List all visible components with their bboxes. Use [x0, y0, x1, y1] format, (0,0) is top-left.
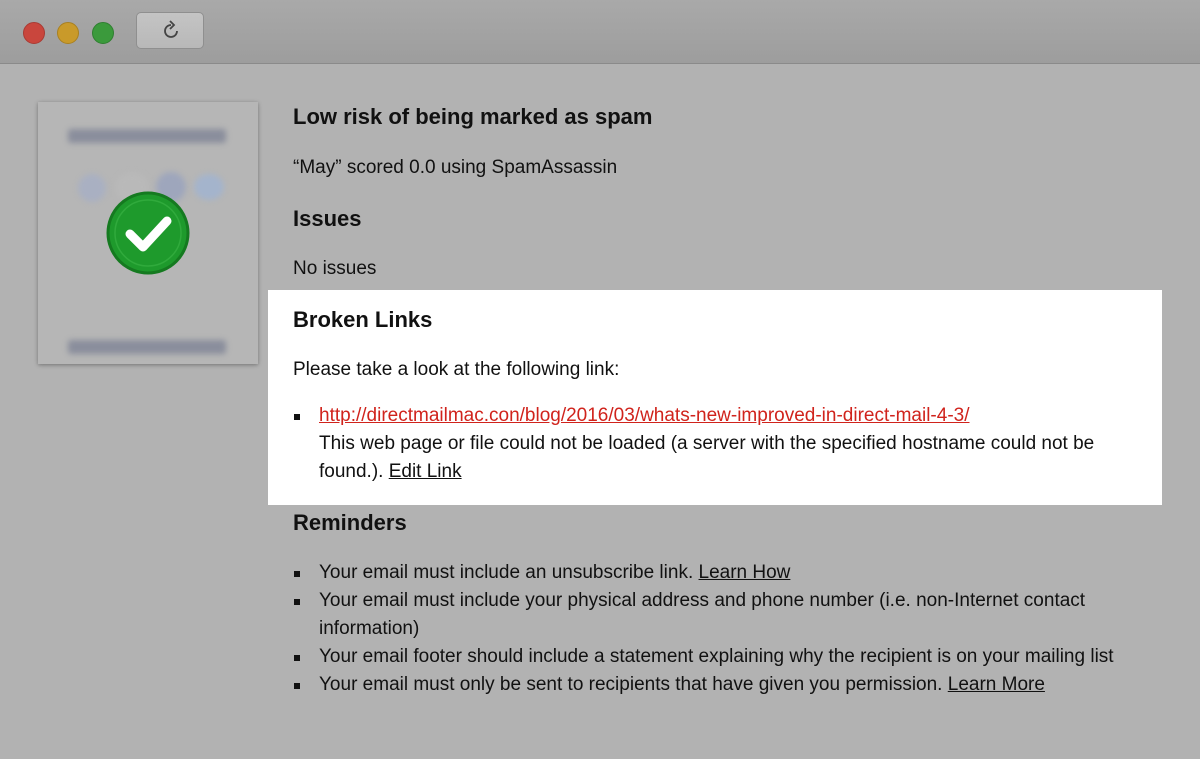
reminder-text: Your email must include an unsubscribe l…	[319, 562, 694, 583]
reload-icon	[164, 20, 178, 38]
reload-button[interactable]	[136, 12, 204, 49]
list-item: Your email must only be sent to recipien…	[293, 671, 1163, 699]
list-item: http://directmailmac.con/blog/2016/03/wh…	[293, 402, 1163, 486]
spam-score-text: “May” scored 0.0 using SpamAssassin	[293, 157, 618, 178]
broken-links-intro: Please take a look at the following link…	[293, 359, 620, 380]
issues-text: No issues	[293, 258, 377, 279]
bullet-icon	[294, 571, 300, 577]
email-preview-thumbnail	[38, 102, 258, 364]
list-item: Your email must include an unsubscribe l…	[293, 559, 1163, 587]
window-titlebar	[0, 0, 1200, 64]
edit-link-button[interactable]: Edit Link	[389, 461, 462, 482]
broken-links-heading: Broken Links	[293, 307, 433, 332]
issues-heading: Issues	[293, 206, 362, 231]
zoom-window-button[interactable]	[92, 22, 114, 44]
list-item: Your email footer should include a state…	[293, 643, 1163, 671]
reminders-heading: Reminders	[293, 510, 407, 535]
reminder-text: Your email must only be sent to recipien…	[319, 674, 943, 695]
bullet-icon	[294, 683, 300, 689]
close-window-button[interactable]	[23, 22, 45, 44]
bullet-icon	[294, 414, 300, 420]
reminders-list: Your email must include an unsubscribe l…	[293, 559, 1163, 699]
learn-more-link[interactable]: Learn More	[948, 674, 1045, 695]
bullet-icon	[294, 655, 300, 661]
minimize-window-button[interactable]	[57, 22, 79, 44]
bullet-icon	[294, 599, 300, 605]
reminder-text: Your email must include your physical ad…	[319, 590, 1086, 639]
list-item: Your email must include your physical ad…	[293, 587, 1163, 643]
spam-risk-heading: Low risk of being marked as spam	[293, 104, 653, 129]
reminder-text: Your email footer should include a state…	[319, 646, 1114, 667]
learn-how-link[interactable]: Learn How	[699, 562, 791, 583]
broken-link-url[interactable]: http://directmailmac.con/blog/2016/03/wh…	[319, 405, 970, 426]
checkmark-icon	[106, 191, 190, 275]
broken-links-list: http://directmailmac.con/blog/2016/03/wh…	[293, 402, 1163, 486]
